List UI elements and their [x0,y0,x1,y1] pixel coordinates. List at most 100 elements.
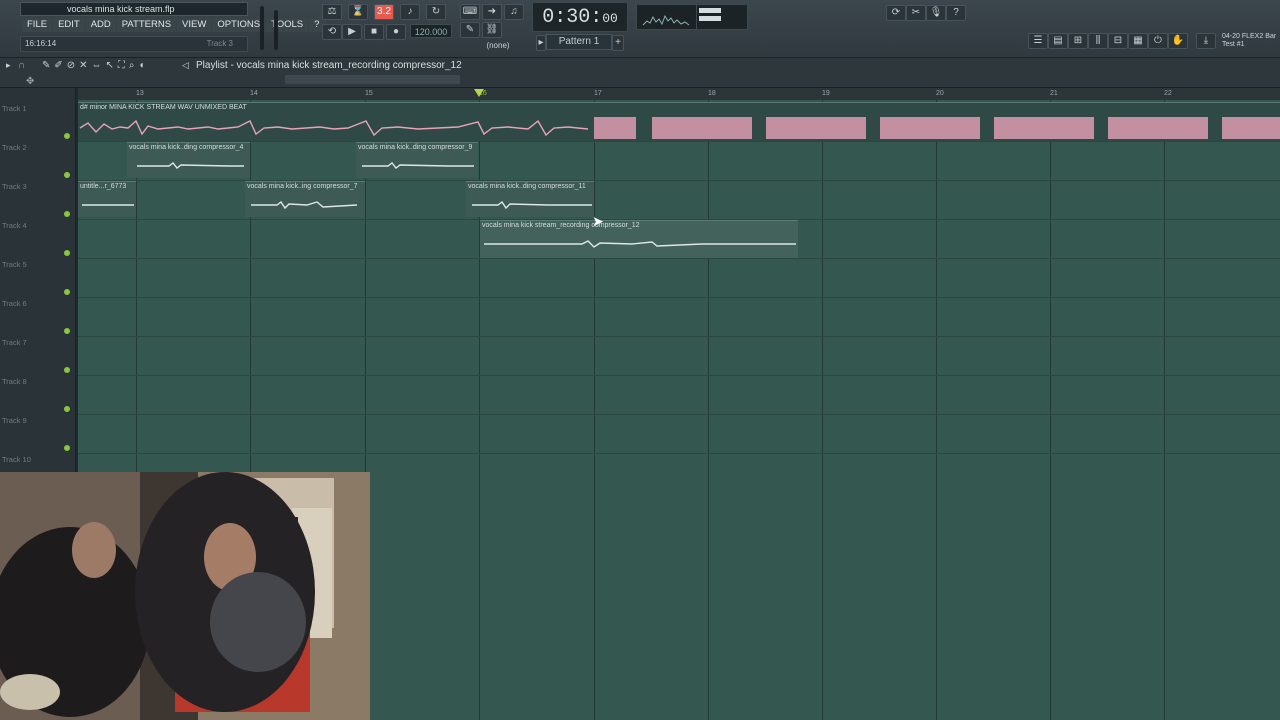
touch-icon[interactable]: ✋ [1168,33,1188,49]
track-row-divider [78,414,1280,415]
timeline-ruler[interactable] [78,88,1280,100]
playlist-title: Playlist - vocals mina kick stream_recor… [196,60,462,71]
playlist-icon[interactable]: ☰ [1028,33,1048,49]
clip-title: vocals mina kick..ding compressor_11 [468,183,586,190]
oscilloscope-wave [642,14,690,26]
step-display[interactable]: 3.2 [374,4,394,20]
menu-tools[interactable]: TOOLS [266,18,309,32]
move-icon[interactable]: ✥ [26,76,34,87]
track-label[interactable]: Track 8 [2,377,27,386]
track-mute-led[interactable] [64,133,70,139]
track-mute-led[interactable] [64,211,70,217]
bar-number: 20 [936,90,944,97]
play-button[interactable]: ▶ [342,24,362,40]
add-pattern-icon[interactable]: + [612,35,624,51]
playlist-tools[interactable]: ✎✐⊘✕⇔↖⛶⌕◖ [42,60,149,71]
clip-title: vocals mina kick stream_recording compre… [482,222,640,229]
menu-add[interactable]: ADD [85,18,116,32]
menu-patterns[interactable]: PATTERNS [116,18,177,32]
metronome-icon[interactable]: ⚖ [322,4,342,20]
track-mute-led[interactable] [64,328,70,334]
browser-icon[interactable]: ▦ [1128,33,1148,49]
playlist-horizontal-scrollbar[interactable] [285,75,460,84]
pattern-prev-icon[interactable]: ▸ [536,35,546,51]
webcam-overlay [0,472,370,720]
playlist-options-icon[interactable]: ◁ [182,60,189,71]
help-icon[interactable]: ? [946,5,966,21]
track-label[interactable]: Track 5 [2,260,27,269]
audio-clip-beat[interactable]: d# minor MINA KICK STREAM WAV UNMIXED BE… [78,102,1280,141]
bar-number: 13 [136,90,144,97]
main-toolbar: ▁ ▢ ✕ vocals mina kick stream.flp FILE E… [0,0,1280,58]
master-volume-slider[interactable] [260,6,264,50]
track-label[interactable]: Track 1 [2,104,27,113]
track-mute-led[interactable] [64,250,70,256]
download-icon[interactable]: ⤓ [1196,33,1216,49]
channel-rack-icon[interactable]: ⊞ [1068,33,1088,49]
clip-waveform [137,162,244,169]
pattern-selector[interactable]: Pattern 1 [546,34,612,50]
bell-icon[interactable]: ♫ [504,4,524,20]
pattern-song-toggle-icon[interactable]: ⟲ [322,24,342,40]
audio-clip[interactable]: untitle...r_6773 [78,181,136,217]
blend-icon[interactable]: ♪ [400,4,420,20]
clip-waveform [484,240,796,248]
plugin-icon[interactable]: ⊟ [1108,33,1128,49]
news-panel[interactable]: 04-20 FLEX2 Bar Test #1 [1222,33,1280,49]
track-label[interactable]: Track 10 [2,455,31,464]
memory-bar [699,16,721,21]
microphone-icon[interactable]: 🎙 [926,5,946,21]
track-label[interactable]: Track 3 [2,182,27,191]
menu-view[interactable]: VIEW [177,18,212,32]
typing-keyboard-icon[interactable]: ⌨ [460,4,480,20]
track-row-divider [78,258,1280,259]
audio-clip-selected[interactable]: vocals mina kick stream_recording compre… [480,220,798,258]
pencil-icon[interactable]: ✎ [460,22,480,38]
wait-icon[interactable]: ⌛ [348,4,368,20]
menu-edit[interactable]: EDIT [53,18,85,32]
menu-file[interactable]: FILE [22,18,53,32]
audio-clip[interactable]: vocals mina kick..ding compressor_11 [466,181,594,217]
cut-icon[interactable]: ✂ [906,5,926,21]
audio-clip[interactable]: vocals mina kick..ding compressor_9 [356,142,478,178]
audio-clip[interactable]: vocals mina kick..ding compressor_4 [127,142,250,178]
news-line-2: Test #1 [1222,41,1245,48]
track-mute-led[interactable] [64,367,70,373]
tempo-display[interactable]: 120.000 [410,24,452,38]
bar-number: 21 [1050,90,1058,97]
channel-selector[interactable]: (none) [478,40,518,52]
bar-gridline [1164,100,1165,720]
stop-button[interactable]: ■ [364,24,384,40]
menu-options[interactable]: OPTIONS [212,18,266,32]
track-mute-led[interactable] [64,406,70,412]
magnet-icon[interactable]: ∩ [18,60,25,71]
link-icon[interactable]: ⛓ [482,22,502,38]
playhead-marker-icon[interactable] [474,89,484,97]
piano-roll-icon[interactable]: ▤ [1048,33,1068,49]
track-mute-led[interactable] [64,289,70,295]
master-pitch-slider[interactable] [274,10,278,50]
track-mute-led[interactable] [64,172,70,178]
track-label[interactable]: Track 7 [2,338,27,347]
track-label[interactable]: Track 4 [2,221,27,230]
track-label[interactable]: Track 2 [2,143,27,152]
plug-icon[interactable]: ⏻ [1148,33,1168,49]
hint-time: 16:16:14 [25,39,57,48]
track-label[interactable]: Track 6 [2,299,27,308]
clip-waveform [362,162,474,169]
arrow-icon[interactable]: ➜ [482,4,502,20]
hint-bar: 16:16:14 Track 3 [20,36,248,52]
song-time-counter[interactable]: 0:30:00 M:S:CS [532,2,628,53]
mixer-icon[interactable]: ⫼ [1088,33,1108,49]
hint-track: Track 3 [206,39,233,48]
loop-record-icon[interactable]: ↻ [426,4,446,20]
track-label[interactable]: Track 9 [2,416,27,425]
audio-clip[interactable]: vocals mina kick..ing compressor_7 [245,181,365,217]
playlist-menu-arrow-icon[interactable]: ▸ [6,60,11,71]
record-button[interactable]: ● [386,24,406,40]
track-row-divider [78,297,1280,298]
track-mute-led[interactable] [64,445,70,451]
undo-icon[interactable]: ⟳ [886,5,906,21]
track-header-column: Track 1 Track 2 Track 3 Track 4 Track 5 … [0,88,76,472]
cpu-meter [696,4,748,30]
